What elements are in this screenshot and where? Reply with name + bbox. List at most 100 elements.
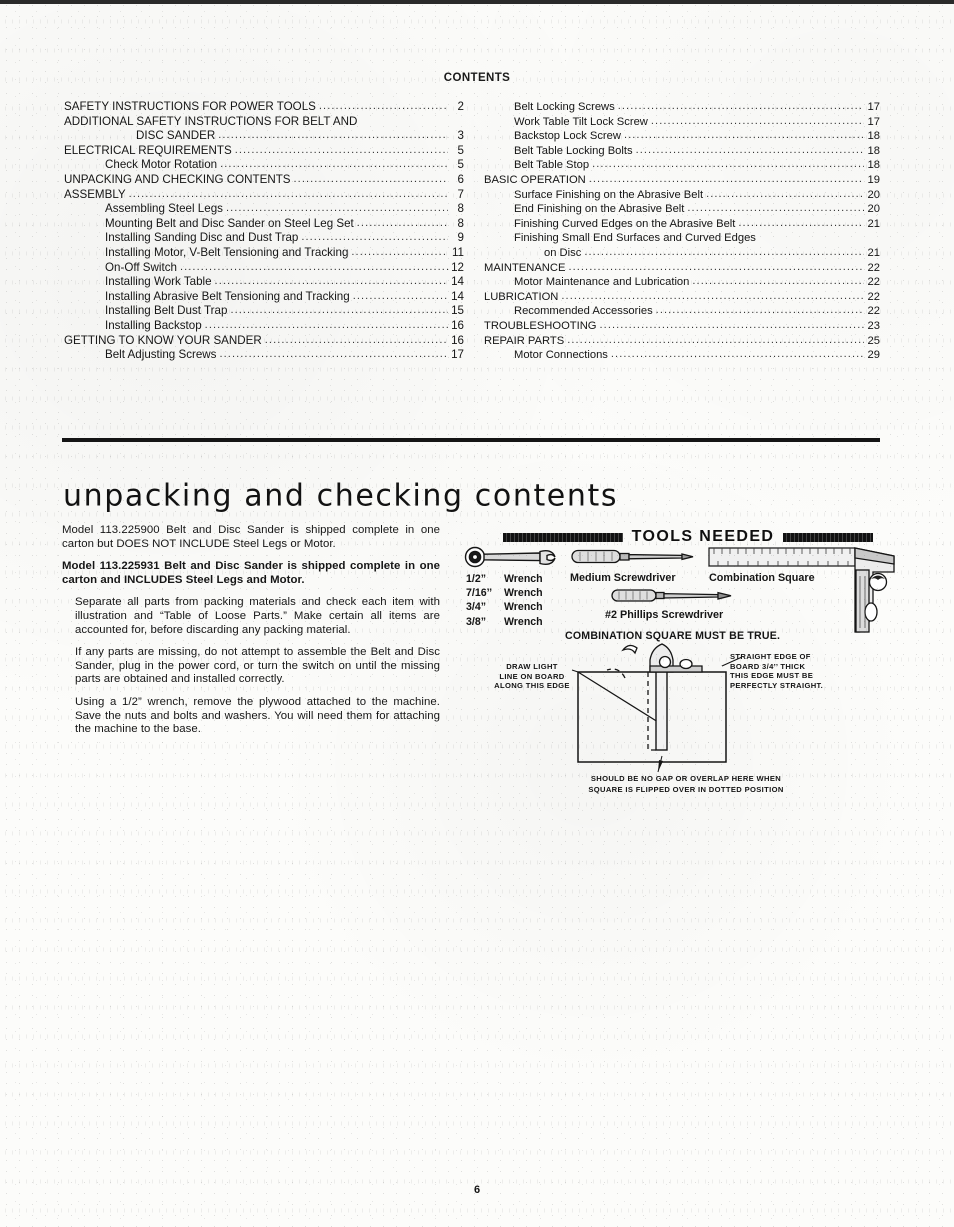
toc-entry-label: BASIC OPERATION: [484, 173, 586, 186]
toc-entry-page: 20: [867, 188, 880, 201]
toc-entry[interactable]: Belt Table Stop.........................…: [484, 158, 880, 173]
toc-entry-page: 16: [451, 318, 464, 332]
toc-entry[interactable]: Belt Table Locking Bolts................…: [484, 144, 880, 159]
toc-entry-label: TROUBLESHOOTING: [484, 319, 597, 332]
table-of-contents: SAFETY INSTRUCTIONS FOR POWER TOOLS.....…: [0, 100, 954, 420]
toc-entry-page: 6: [457, 172, 464, 186]
wrench-size: 3/8”: [466, 615, 487, 628]
toc-entry[interactable]: Finishing Small End Surfaces and Curved …: [484, 231, 880, 246]
toc-entry-page: 18: [867, 144, 880, 157]
toc-entry[interactable]: Installing Abrasive Belt Tensioning and …: [64, 290, 464, 305]
toc-entry[interactable]: Belt Adjusting Screws...................…: [64, 348, 464, 363]
toc-entry-page: 22: [867, 305, 880, 318]
body-paragraph: Model 113.225900 Belt and Disc Sander is…: [62, 524, 440, 550]
toc-entry[interactable]: Mounting Belt and Disc Sander on Steel L…: [64, 217, 464, 232]
toc-entry-label: DISC SANDER: [136, 129, 216, 143]
toc-entry[interactable]: ADDITIONAL SAFETY INSTRUCTIONS FOR BELT …: [64, 115, 464, 130]
toc-entry-label: Surface Finishing on the Abrasive Belt: [514, 188, 704, 201]
toc-entry[interactable]: MAINTENANCE.............................…: [484, 261, 880, 276]
toc-entry[interactable]: Backstop Lock Screw.....................…: [484, 129, 880, 144]
toc-entry[interactable]: on Disc.................................…: [484, 246, 880, 261]
toc-leader-dots: ........................................…: [650, 114, 864, 127]
toc-entry-page: 12: [451, 260, 464, 274]
toc-entry-label: Mounting Belt and Disc Sander on Steel L…: [105, 216, 354, 230]
toc-entry[interactable]: Installing Belt Dust Trap...............…: [64, 304, 464, 319]
toc-entry[interactable]: Installing Motor, V-Belt Tensioning and …: [64, 246, 464, 261]
toc-entry[interactable]: SAFETY INSTRUCTIONS FOR POWER TOOLS.....…: [64, 100, 464, 115]
toc-entry-label: Installing Backstop: [105, 318, 202, 332]
toc-entry[interactable]: ELECTRICAL REQUIREMENTS.................…: [64, 144, 464, 159]
wrench-size: 1/2”: [466, 573, 487, 585]
toc-leader-dots: ........................................…: [351, 245, 448, 258]
toc-leader-dots: ........................................…: [599, 318, 864, 331]
toc-entry-label: Motor Connections: [514, 349, 608, 362]
toc-entry[interactable]: Motor Connections.......................…: [484, 348, 880, 363]
toc-entry-label: LUBRICATION: [484, 290, 559, 303]
wrench-list-item: 1/2” Wrench: [466, 572, 543, 586]
toc-leader-dots: ........................................…: [568, 260, 864, 273]
toc-entry[interactable]: ASSEMBLY................................…: [64, 188, 464, 203]
toc-entry-label: ASSEMBLY: [64, 187, 126, 201]
toc-entry-page: 17: [867, 101, 880, 113]
toc-entry[interactable]: End Finishing on the Abrasive Belt......…: [484, 202, 880, 217]
toc-entry-page: 3: [457, 129, 464, 143]
toc-entry[interactable]: DISC SANDER.............................…: [64, 129, 464, 144]
page-title: CONTENTS: [443, 72, 511, 84]
toc-entry[interactable]: TROUBLESHOOTING.........................…: [484, 319, 880, 334]
note-straight-edge-of-board: STRAIGHT EDGE OF BOARD 3/4’’ THICK THIS …: [730, 652, 824, 690]
toc-entry-label: GETTING TO KNOW YOUR SANDER: [64, 333, 262, 347]
toc-leader-dots: ........................................…: [623, 129, 864, 142]
toc-entry[interactable]: Finishing Curved Edges on the Abrasive B…: [484, 217, 880, 232]
toc-entry-label: Motor Maintenance and Lubrication: [514, 276, 690, 289]
toc-entry[interactable]: Installing Sanding Disc and Dust Trap...…: [64, 231, 464, 246]
toc-entry-label: Backstop Lock Screw: [514, 130, 621, 143]
toc-entry-page: 5: [457, 143, 464, 157]
toc-entry[interactable]: Motor Maintenance and Lubrication.......…: [484, 275, 880, 290]
toc-entry-page: 20: [867, 203, 880, 216]
toc-entry-label: MAINTENANCE: [484, 261, 566, 274]
toc-entry[interactable]: Recommended Accessories.................…: [484, 304, 880, 319]
toc-leader-dots: ........................................…: [234, 143, 448, 156]
toc-entry-label: Belt Locking Screws: [514, 101, 615, 113]
toc-entry[interactable]: REPAIR PARTS............................…: [484, 334, 880, 349]
toc-leader-dots: ........................................…: [588, 172, 864, 185]
section-body: Model 113.225900 Belt and Disc Sander is…: [62, 524, 440, 746]
toc-entry[interactable]: Check Motor Rotation....................…: [64, 158, 464, 173]
toc-leader-dots: ........................................…: [610, 348, 864, 361]
toc-column-left: SAFETY INSTRUCTIONS FOR POWER TOOLS.....…: [64, 100, 464, 363]
toc-leader-dots: ........................................…: [128, 187, 448, 200]
toc-leader-dots: ........................................…: [692, 275, 864, 288]
toc-entry-label: Finishing Small End Surfaces and Curved …: [514, 232, 756, 245]
toc-entry-label: Belt Table Locking Bolts: [514, 144, 633, 157]
toc-entry[interactable]: Work Table Tilt Lock Screw..............…: [484, 115, 880, 130]
toc-entry[interactable]: Installing Backstop.....................…: [64, 319, 464, 334]
screwdriver-icon: [571, 549, 694, 564]
toc-entry[interactable]: Installing Work Table...................…: [64, 275, 464, 290]
page-number: 6: [473, 1184, 481, 1196]
wrench-list-item: 7/16’’ Wrench: [466, 586, 543, 600]
toc-entry-label: On-Off Switch: [105, 260, 177, 274]
toc-entry[interactable]: UNPACKING AND CHECKING CONTENTS.........…: [64, 173, 464, 188]
toc-entry[interactable]: Belt Locking Screws.....................…: [484, 100, 880, 115]
toc-entry-page: 15: [451, 304, 464, 318]
toc-entry-page: 22: [867, 276, 880, 289]
wrench-label: Wrench: [504, 573, 543, 585]
toc-entry-label: on Disc: [544, 246, 582, 259]
toc-entry[interactable]: GETTING TO KNOW YOUR SANDER.............…: [64, 334, 464, 349]
scan-top-edge: [0, 0, 954, 4]
toc-leader-dots: ........................................…: [617, 100, 864, 112]
toc-leader-dots: ........................................…: [584, 245, 864, 258]
toc-entry[interactable]: On-Off Switch...........................…: [64, 261, 464, 276]
toc-entry[interactable]: BASIC OPERATION.........................…: [484, 173, 880, 188]
toc-entry[interactable]: Surface Finishing on the Abrasive Belt..…: [484, 188, 880, 203]
toc-entry-page: 21: [867, 246, 880, 259]
toc-entry-page: 8: [457, 216, 464, 230]
toc-leader-dots: ........................................…: [738, 216, 864, 229]
wrench-size: 7/16’’: [466, 587, 493, 600]
body-paragraph: Model 113.225931 Belt and Disc Sander is…: [62, 560, 440, 586]
toc-entry[interactable]: LUBRICATION.............................…: [484, 290, 880, 305]
toc-leader-dots: ........................................…: [225, 202, 448, 215]
toc-leader-dots: ........................................…: [567, 333, 864, 346]
toc-entry[interactable]: Assembling Steel Legs...................…: [64, 202, 464, 217]
toc-column-right: Belt Locking Screws.....................…: [484, 100, 880, 363]
